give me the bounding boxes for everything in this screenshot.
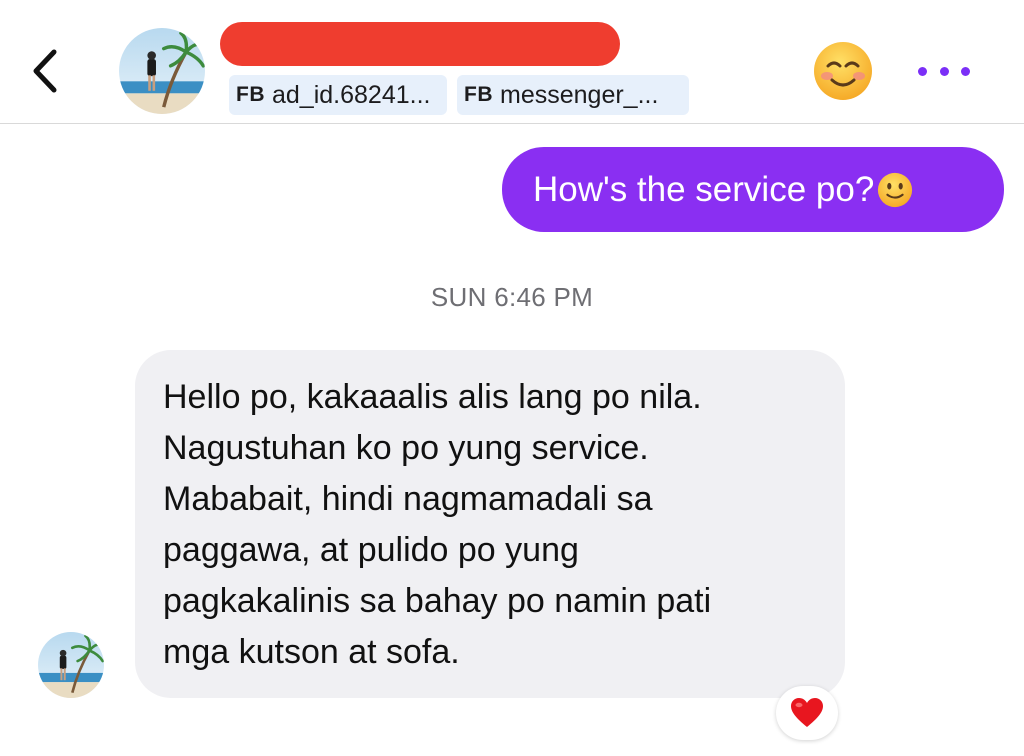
contact-avatar[interactable]: [119, 28, 205, 114]
chevron-left-icon: [33, 49, 57, 93]
outgoing-message-bubble[interactable]: How's the service po?: [502, 147, 1004, 232]
tag-ad-id[interactable]: FB ad_id.68241...: [229, 75, 447, 115]
tag-badge: FB: [464, 83, 493, 106]
chat-header: FB ad_id.68241... FB messenger_...: [0, 0, 1024, 124]
tag-label: messenger_...: [500, 80, 659, 109]
more-dots-icon: [918, 66, 927, 76]
more-dots-icon: [939, 66, 949, 76]
beach-photo-avatar: [38, 632, 104, 698]
sender-avatar[interactable]: [38, 632, 104, 698]
messenger-chat-screen: FB ad_id.68241... FB messenger_... How's…: [0, 0, 1024, 756]
message-reaction[interactable]: [776, 686, 838, 740]
more-dots-icon: [961, 66, 970, 76]
red-heart-icon: [791, 698, 823, 727]
back-button[interactable]: [26, 46, 66, 96]
more-options-button[interactable]: [918, 60, 970, 82]
tag-messenger[interactable]: FB messenger_...: [457, 75, 689, 115]
tag-badge: FB: [236, 83, 265, 106]
message-line: Hello po, kakaaalis alis lang po nila.: [163, 378, 702, 416]
incoming-message-bubble[interactable]: Hello po, kakaaalis alis lang po nila. N…: [135, 350, 845, 698]
message-line: Nagustuhan ko po yung service.: [163, 429, 649, 467]
contact-name-redacted: [220, 22, 620, 66]
message-timestamp: SUN 6:46 PM: [430, 282, 594, 312]
contact-tags: FB ad_id.68241... FB messenger_...: [229, 75, 689, 115]
message-line: Mababait, hindi nagmamadali sa: [163, 480, 653, 518]
beach-photo-avatar: [119, 28, 205, 114]
outgoing-message-text: How's the service po?: [533, 169, 875, 209]
slightly-smiling-face-icon: [876, 171, 914, 209]
emoji-button[interactable]: [812, 40, 874, 102]
message-line: paggawa, at pulido po yung: [163, 531, 579, 569]
message-line: pagkakalinis sa bahay po namin pati: [163, 582, 712, 620]
message-line: mga kutson at sofa.: [163, 633, 460, 671]
smiling-face-icon: [814, 42, 872, 100]
tag-label: ad_id.68241...: [272, 80, 431, 109]
